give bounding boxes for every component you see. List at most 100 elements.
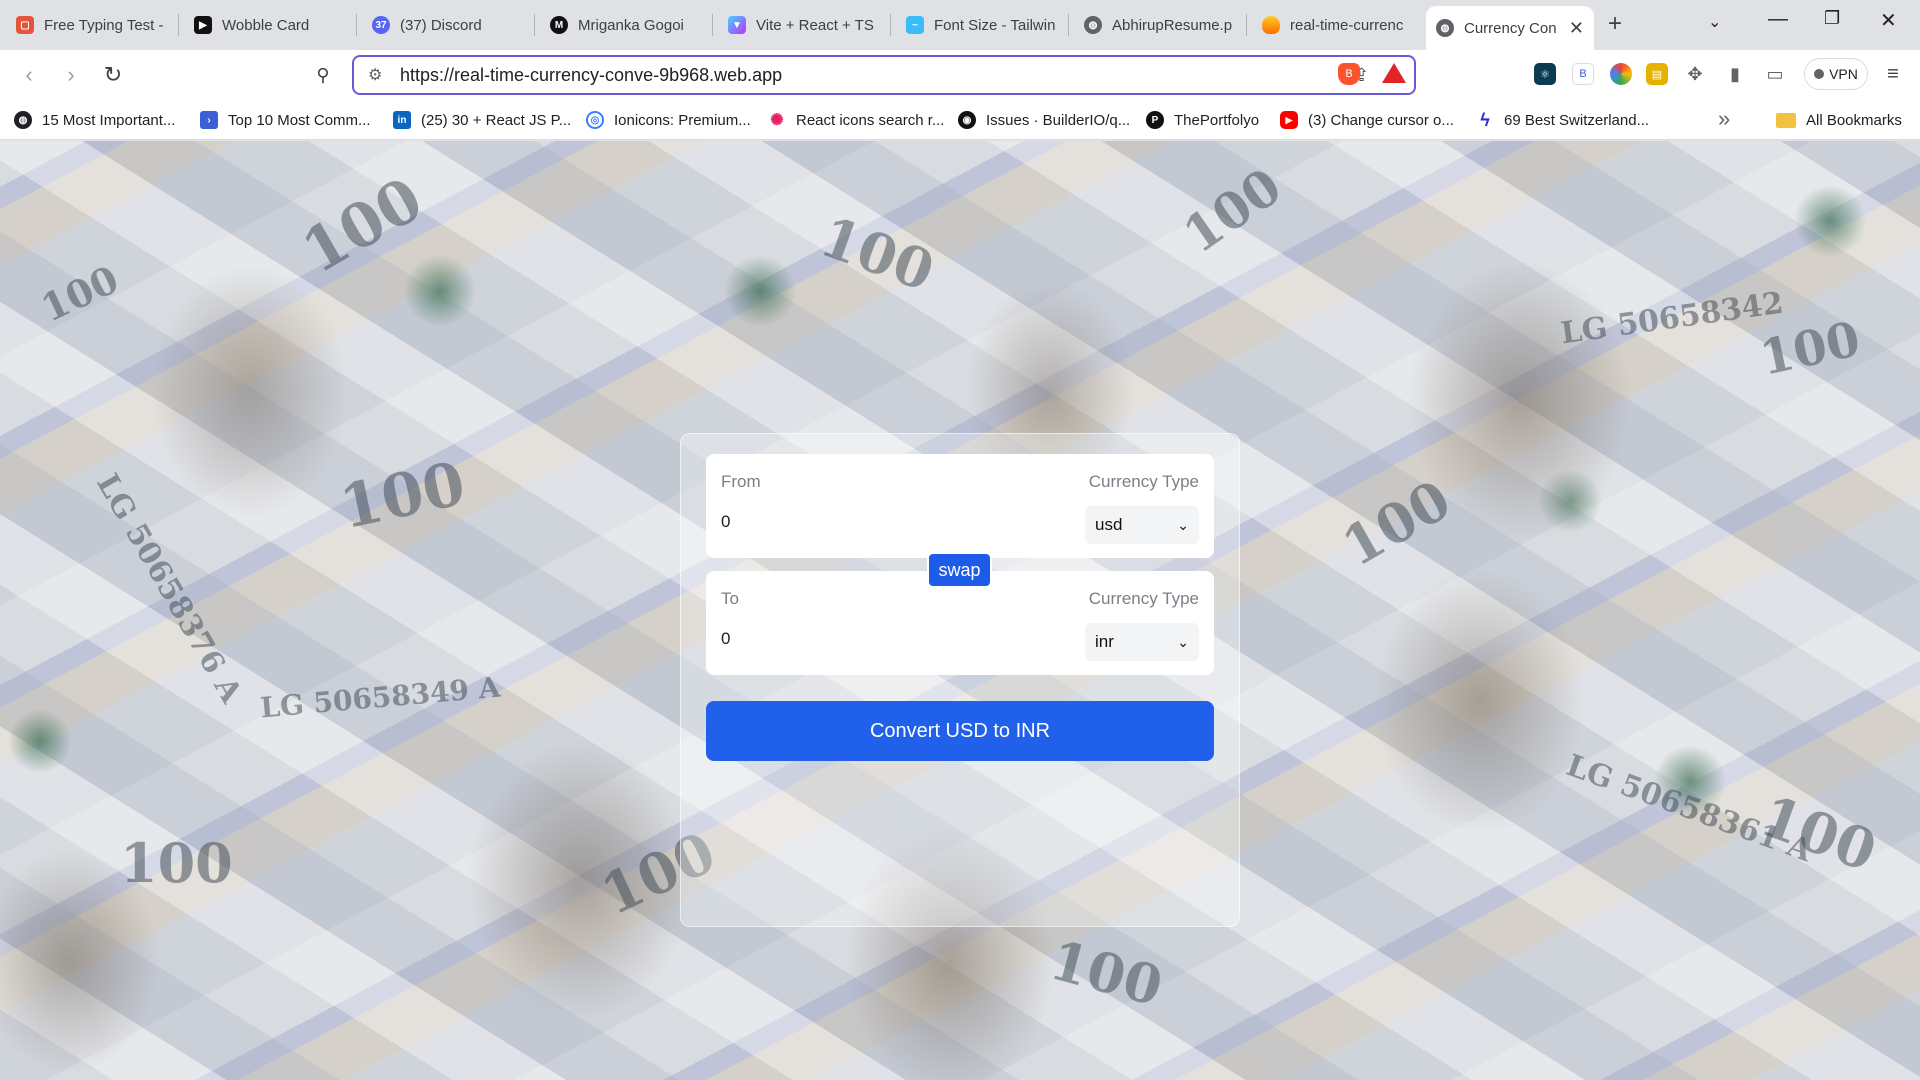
vpn-button[interactable]: VPN: [1804, 58, 1868, 90]
more-bookmarks-icon[interactable]: »: [1718, 106, 1730, 132]
convert-button[interactable]: Convert USD to INR: [706, 701, 1214, 761]
bookmark-item[interactable]: ✺ React icons search r...: [768, 108, 944, 132]
tab-search-chevron-icon[interactable]: ⌄: [1708, 12, 1721, 32]
tab-title: real-time-currenc: [1290, 16, 1404, 34]
bookmark-item[interactable]: P ThePortfolyo: [1146, 108, 1259, 132]
tab-title: Wobble Card: [222, 16, 310, 34]
firebase-icon: [1262, 16, 1280, 34]
close-window-button[interactable]: ✕: [1880, 8, 1897, 33]
linkedin-icon: in: [393, 111, 411, 129]
extensions-puzzle-icon[interactable]: ✥: [1684, 63, 1706, 85]
tab-5[interactable]: ~ Font Size - Tailwin: [896, 6, 1066, 44]
chevron-down-icon: ⌄: [1177, 516, 1189, 533]
wallet-icon[interactable]: ▭: [1764, 63, 1786, 85]
tab-separator: [356, 14, 357, 36]
tab-title: Vite + React + TS: [756, 16, 874, 34]
currency-type-label: Currency Type: [1088, 589, 1199, 608]
back-button[interactable]: ‹: [14, 60, 44, 90]
tab-7[interactable]: real-time-currenc: [1252, 6, 1422, 44]
background-decoration: LG 50658376 A: [89, 468, 249, 709]
b-extension-icon[interactable]: B: [1572, 63, 1594, 85]
bookmark-item[interactable]: ▶ (3) Change cursor o...: [1280, 108, 1454, 132]
globe-icon: ◍: [1436, 19, 1454, 37]
folder-icon: [1776, 112, 1796, 128]
tab-1[interactable]: ▶ Wobble Card: [184, 6, 354, 44]
to-amount-input[interactable]: [721, 623, 1021, 655]
portfolio-icon: M: [550, 16, 568, 34]
bookmark-item[interactable]: ◎ Ionicons: Premium...: [586, 108, 751, 132]
all-bookmarks-label: All Bookmarks: [1806, 111, 1902, 129]
color-picker-icon[interactable]: [1610, 63, 1632, 85]
tailwind-icon: ~: [906, 16, 924, 34]
vite-icon: ▼: [728, 16, 746, 34]
chevron-down-icon: ⌄: [1177, 633, 1189, 650]
tab-2[interactable]: 37 (37) Discord: [362, 6, 532, 44]
tab-4[interactable]: ▼ Vite + React + TS: [718, 6, 888, 44]
menu-icon[interactable]: ≡: [1882, 63, 1904, 85]
bookmark-item[interactable]: ◉ Issues · BuilderIO/q...: [958, 108, 1130, 132]
from-currency-select[interactable]: usd ⌄: [1085, 506, 1199, 544]
tab-separator: [1068, 14, 1069, 36]
to-currency-select[interactable]: inr ⌄: [1085, 623, 1199, 661]
bookmark-item[interactable]: ◍ 15 Most Important...: [14, 108, 175, 132]
reload-button[interactable]: ↻: [98, 60, 128, 90]
tab-title: Free Typing Test -: [44, 16, 164, 34]
tab-separator: [890, 14, 891, 36]
bookmark-label: ThePortfolyo: [1174, 111, 1260, 129]
sidebar-icon[interactable]: ▮: [1724, 63, 1746, 85]
background-decoration: 100: [1755, 311, 1865, 387]
bookmark-item[interactable]: ϟ 69 Best Switzerland...: [1476, 108, 1649, 132]
brave-shields-icon[interactable]: B: [1338, 63, 1360, 85]
from-amount-input[interactable]: [721, 506, 1021, 538]
to-currency-value: inr: [1095, 632, 1114, 651]
bookmark-label: Top 10 Most Comm...: [228, 111, 371, 129]
bookmarks-bar: ◍ 15 Most Important... › Top 10 Most Com…: [0, 100, 1920, 140]
from-currency-box: From Currency Type usd ⌄: [706, 454, 1214, 558]
currency-type-label: Currency Type: [1088, 472, 1199, 491]
bookmark-label: 69 Best Switzerland...: [1504, 111, 1650, 129]
address-bar[interactable]: ⚙ https://real-time-currency-conve-9b968…: [352, 55, 1416, 95]
tab-3[interactable]: M Mriganka Gogoi: [540, 6, 710, 44]
portfolyo-icon: P: [1146, 111, 1164, 129]
tab-8-active[interactable]: ◍ Currency Con ✕: [1426, 6, 1594, 50]
minimize-button[interactable]: —: [1768, 8, 1788, 31]
tab-title: AbhirupResume.p: [1112, 16, 1233, 34]
background-decoration: 100: [1043, 927, 1170, 1019]
react-devtools-icon[interactable]: ⚛: [1534, 63, 1556, 85]
from-label: From: [721, 472, 761, 491]
background-decoration: LG 50658349 A: [259, 670, 502, 725]
vpn-status-icon: [1814, 69, 1825, 79]
tab-0[interactable]: ▢ Free Typing Test -: [6, 6, 176, 44]
close-tab-icon[interactable]: ✕: [1561, 18, 1584, 39]
brave-rewards-icon[interactable]: [1382, 63, 1406, 83]
tab-6[interactable]: ◍ AbhirupResume.p: [1074, 6, 1244, 44]
forward-button[interactable]: ›: [56, 60, 86, 90]
discord-icon: 37: [372, 16, 390, 34]
tab-separator: [178, 14, 179, 36]
swap-button[interactable]: swap: [927, 552, 992, 588]
restore-button[interactable]: ❐: [1824, 8, 1840, 29]
wallet-extension-icon[interactable]: ▤: [1646, 63, 1668, 85]
monkeytype-icon: ▢: [16, 16, 34, 34]
all-bookmarks-folder[interactable]: All Bookmarks: [1776, 108, 1902, 132]
bookmark-item[interactable]: › Top 10 Most Comm...: [200, 108, 371, 132]
bolt-icon: ϟ: [1480, 109, 1490, 130]
wobble-icon: ▶: [194, 16, 212, 34]
vpn-label: VPN: [1829, 66, 1858, 82]
bookmark-label: 15 Most Important...: [42, 111, 176, 129]
bookmark-label: (25) 30 + React JS P...: [421, 111, 572, 129]
bookmark-item[interactable]: in (25) 30 + React JS P...: [393, 108, 571, 132]
background-decoration: 100: [290, 164, 435, 288]
ionicons-icon: ◎: [586, 111, 604, 129]
tab-title: (37) Discord: [400, 16, 482, 34]
background-decoration: 100: [120, 831, 233, 895]
tab-title: Font Size - Tailwin: [934, 16, 1056, 34]
globe-icon: ◍: [1084, 16, 1102, 34]
background-decoration: 100: [1172, 156, 1292, 265]
react-icon: ✺: [768, 111, 786, 129]
bookmark-blue-icon: ›: [200, 111, 218, 129]
new-tab-button[interactable]: +: [1608, 10, 1622, 38]
bookmark-page-icon[interactable]: ⚲: [308, 60, 338, 90]
site-info-icon[interactable]: ⚙: [368, 65, 382, 85]
tab-separator: [712, 14, 713, 36]
